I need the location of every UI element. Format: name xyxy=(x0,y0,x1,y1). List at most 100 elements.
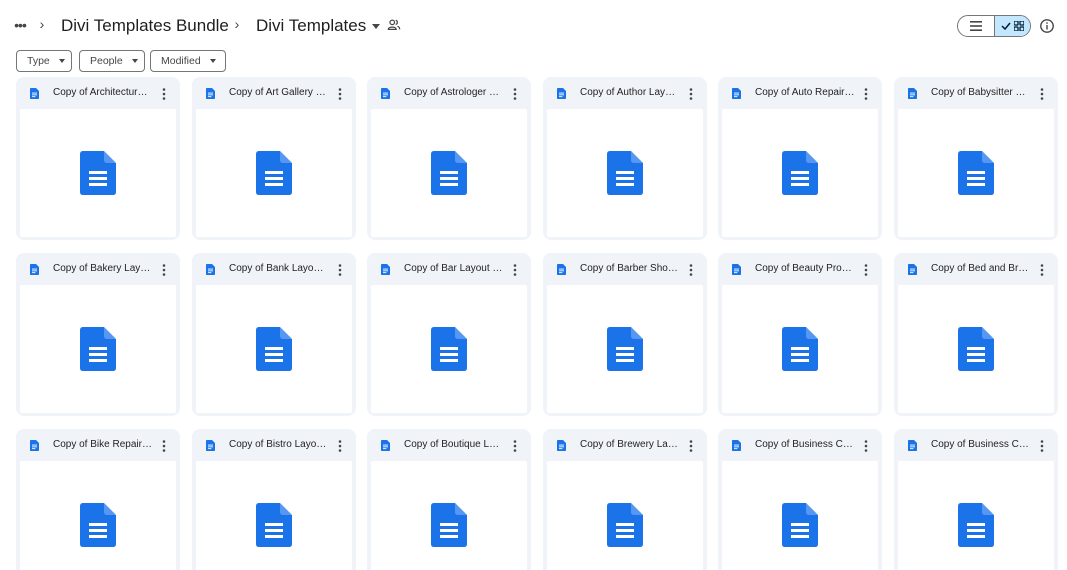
list-view-button[interactable] xyxy=(958,16,994,36)
google-docs-icon xyxy=(732,88,741,99)
caret-down-icon xyxy=(131,59,138,63)
google-docs-icon xyxy=(30,88,39,99)
file-name: Copy of Bed and Breakfast Layout Pack xyxy=(931,263,1031,274)
file-card[interactable]: Copy of Babysitter Layout Pack xyxy=(894,77,1058,240)
more-vert-icon[interactable] xyxy=(510,262,520,278)
file-card[interactable]: Copy of Brewery Layout Pack xyxy=(543,429,707,570)
file-card[interactable]: Copy of Architecture Layout Pack xyxy=(16,77,180,240)
more-vert-icon[interactable] xyxy=(861,86,871,102)
file-thumbnail[interactable] xyxy=(196,285,352,413)
file-thumbnail[interactable] xyxy=(547,461,703,570)
breadcrumb-item-parent[interactable]: Divi Templates Bundle xyxy=(61,14,229,38)
file-card[interactable]: Copy of Bakery Layout Pack xyxy=(16,253,180,416)
chevron-right-icon: › xyxy=(39,16,45,32)
file-card[interactable]: Copy of Bar Layout Pack xyxy=(367,253,531,416)
google-docs-icon xyxy=(431,327,467,371)
google-docs-icon xyxy=(80,503,116,547)
grid-view-icon xyxy=(1013,21,1024,31)
more-vert-icon[interactable] xyxy=(159,86,169,102)
breadcrumb-item-current[interactable]: Divi Templates xyxy=(256,14,381,38)
more-vert-icon[interactable] xyxy=(686,262,696,278)
file-thumbnail[interactable] xyxy=(20,461,176,570)
file-thumbnail[interactable] xyxy=(722,461,878,570)
caret-down-icon xyxy=(58,59,65,63)
list-view-icon xyxy=(969,21,982,31)
more-vert-icon[interactable] xyxy=(861,262,871,278)
file-card[interactable]: Copy of Bistro Layout Pack xyxy=(192,429,356,570)
google-docs-icon xyxy=(732,440,741,451)
file-thumbnail[interactable] xyxy=(196,461,352,570)
google-docs-icon xyxy=(958,503,994,547)
more-vert-icon[interactable] xyxy=(159,262,169,278)
file-card[interactable]: Copy of Bike Repair Layout Pack xyxy=(16,429,180,570)
info-icon[interactable] xyxy=(1039,18,1055,34)
file-card[interactable]: Copy of Astrologer Layout Pack xyxy=(367,77,531,240)
file-thumbnail[interactable] xyxy=(722,109,878,237)
filter-people-chip[interactable]: People xyxy=(79,50,145,72)
more-vert-icon[interactable] xyxy=(686,438,696,454)
file-name: Copy of Babysitter Layout Pack xyxy=(931,87,1031,98)
file-thumbnail[interactable] xyxy=(196,109,352,237)
file-card-header: Copy of Art Gallery Layout Pack xyxy=(192,77,356,109)
caret-down-icon xyxy=(372,23,381,29)
file-card[interactable]: Copy of Bank Layout Pack xyxy=(192,253,356,416)
file-name: Copy of Business Coach Layout Pack xyxy=(755,439,855,450)
file-thumbnail[interactable] xyxy=(722,285,878,413)
google-docs-icon xyxy=(557,264,566,275)
file-thumbnail[interactable] xyxy=(20,285,176,413)
more-vert-icon[interactable] xyxy=(1037,438,1047,454)
file-card[interactable]: Copy of Boutique Layout Pack xyxy=(367,429,531,570)
google-docs-icon xyxy=(30,440,39,451)
filter-label: Modified xyxy=(161,55,201,67)
file-thumbnail[interactable] xyxy=(547,109,703,237)
file-thumbnail[interactable] xyxy=(371,285,527,413)
file-card-header: Copy of Bar Layout Pack xyxy=(367,253,531,285)
file-card[interactable]: Copy of Bed and Breakfast Layout Pack xyxy=(894,253,1058,416)
file-thumbnail[interactable] xyxy=(898,109,1054,237)
google-docs-icon xyxy=(607,503,643,547)
file-card-header: Copy of Astrologer Layout Pack xyxy=(367,77,531,109)
more-vert-icon[interactable] xyxy=(1037,262,1047,278)
more-vert-icon[interactable] xyxy=(510,438,520,454)
top-bar: ••• › Divi Templates Bundle › Divi Templ… xyxy=(0,0,1067,46)
filter-type-chip[interactable]: Type xyxy=(16,50,72,72)
grid-view-button[interactable] xyxy=(993,16,1030,36)
caret-down-icon xyxy=(209,59,216,63)
file-name: Copy of Author Layout Pack xyxy=(580,87,680,98)
google-docs-icon xyxy=(607,327,643,371)
file-thumbnail[interactable] xyxy=(898,461,1054,570)
file-card[interactable]: Copy of Art Gallery Layout Pack xyxy=(192,77,356,240)
more-horiz-icon[interactable]: ••• xyxy=(10,14,30,36)
file-card[interactable]: Copy of Auto Repair Layout Pack xyxy=(718,77,882,240)
file-thumbnail[interactable] xyxy=(898,285,1054,413)
file-card-header: Copy of Babysitter Layout Pack xyxy=(894,77,1058,109)
google-docs-icon xyxy=(958,151,994,195)
file-card[interactable]: Copy of Business Consultant Layout Pack xyxy=(894,429,1058,570)
file-thumbnail[interactable] xyxy=(371,109,527,237)
file-name: Copy of Astrologer Layout Pack xyxy=(404,87,504,98)
file-thumbnail[interactable] xyxy=(20,109,176,237)
google-docs-icon xyxy=(431,151,467,195)
filter-label: Type xyxy=(27,55,50,67)
file-card[interactable]: Copy of Business Coach Layout Pack xyxy=(718,429,882,570)
more-vert-icon[interactable] xyxy=(861,438,871,454)
more-vert-icon[interactable] xyxy=(510,86,520,102)
more-vert-icon[interactable] xyxy=(335,262,345,278)
google-docs-icon xyxy=(206,88,215,99)
file-card[interactable]: Copy of Beauty Product Layout Pack xyxy=(718,253,882,416)
file-card[interactable]: Copy of Barber Shop Layout Pack xyxy=(543,253,707,416)
google-docs-icon xyxy=(30,264,39,275)
file-thumbnail[interactable] xyxy=(547,285,703,413)
google-docs-icon xyxy=(381,440,390,451)
more-vert-icon[interactable] xyxy=(335,438,345,454)
google-docs-icon xyxy=(607,151,643,195)
file-card[interactable]: Copy of Author Layout Pack xyxy=(543,77,707,240)
filter-label: People xyxy=(90,55,123,67)
more-vert-icon[interactable] xyxy=(686,86,696,102)
more-vert-icon[interactable] xyxy=(159,438,169,454)
more-vert-icon[interactable] xyxy=(335,86,345,102)
file-card-header: Copy of Bistro Layout Pack xyxy=(192,429,356,461)
file-thumbnail[interactable] xyxy=(371,461,527,570)
more-vert-icon[interactable] xyxy=(1037,86,1047,102)
filter-modified-chip[interactable]: Modified xyxy=(150,50,226,72)
